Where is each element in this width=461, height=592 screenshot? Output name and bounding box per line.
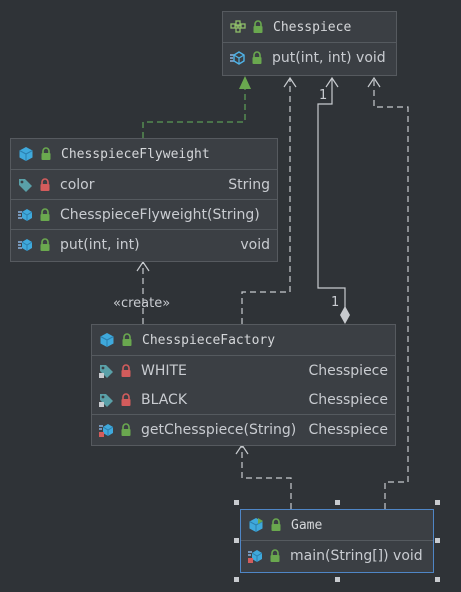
field-type: Chesspiece (308, 391, 388, 408)
method-name: getChesspiece(String) (141, 421, 297, 438)
runnable-class-icon (248, 517, 264, 533)
method-row[interactable]: put(int, int) void (223, 43, 396, 72)
method-row[interactable]: put(int, int) void (11, 230, 277, 259)
field-row[interactable]: BLACK Chesspiece (92, 385, 395, 414)
interface-icon (230, 19, 246, 35)
chesspiece-methods: put(int, int) void (223, 43, 396, 72)
create-dependency-arrow (136, 260, 150, 272)
chesspiece-interface-box[interactable]: Chesspiece put(int, int) void (222, 11, 397, 76)
public-lock-icon (119, 332, 135, 348)
game-factory-dependency-arrow (235, 443, 249, 455)
factory-class-box[interactable]: ChesspieceFactory WHITE Chesspiece BLACK… (91, 324, 396, 446)
game-factory-dependency-line (241, 445, 292, 509)
field-row[interactable]: WHITE Chesspiece (92, 356, 395, 385)
class-name: ChesspieceFlyweight (61, 146, 210, 162)
flyweight-constructors: ChesspieceFlyweight(String) (11, 200, 277, 230)
resize-handle-top-left[interactable] (234, 500, 239, 505)
flyweight-methods: put(int, int) void (11, 230, 277, 259)
resize-handle-bottom-right[interactable] (435, 577, 440, 582)
factory-methods: getChesspiece(String) Chesspiece (92, 415, 395, 444)
game-chesspiece-dependency-arrow (367, 76, 381, 88)
method-name: put(int, int) void (272, 49, 386, 66)
method-name: put(int, int) (60, 236, 140, 253)
public-lock-icon (38, 146, 54, 162)
field-icon (17, 177, 33, 193)
class-icon (18, 146, 34, 162)
public-lock-icon (249, 50, 265, 66)
private-lock-icon (118, 392, 134, 408)
class-name: Game (291, 517, 323, 533)
private-lock-icon (37, 177, 53, 193)
chesspiece-header[interactable]: Chesspiece (223, 12, 396, 43)
aggregation-line (317, 78, 346, 308)
uml-diagram-canvas[interactable]: «create» 1 1 Chesspiece put(int, int) vo… (0, 0, 461, 592)
game-methods: main(String[]) void (241, 541, 433, 570)
connector-layer (136, 76, 409, 509)
create-stereotype-label: «create» (113, 296, 171, 311)
class-name: Chesspiece (273, 19, 352, 35)
realization-line (142, 88, 246, 138)
resize-handle-top-right[interactable] (435, 500, 440, 505)
resize-handle-bottom-center[interactable] (335, 577, 340, 582)
public-lock-icon (250, 19, 266, 35)
field-type: Chesspiece (308, 362, 388, 379)
game-header[interactable]: Game (241, 510, 433, 541)
resize-handle-middle-right[interactable] (435, 538, 440, 543)
constructor-row[interactable]: ChesspieceFlyweight(String) (11, 200, 277, 229)
method-icon (229, 50, 245, 66)
factory-header[interactable]: ChesspieceFactory (92, 325, 395, 356)
flyweight-class-box[interactable]: ChesspieceFlyweight color String Chesspi… (10, 138, 278, 262)
method-row[interactable]: getChesspiece(String) Chesspiece (92, 415, 395, 444)
resize-handle-bottom-left[interactable] (234, 577, 239, 582)
aggregation-arrow (325, 76, 339, 88)
private-lock-icon (118, 363, 134, 379)
class-icon (99, 332, 115, 348)
public-lock-icon (118, 422, 134, 438)
public-lock-icon (268, 517, 284, 533)
flyweight-fields: color String (11, 170, 277, 200)
field-name: BLACK (141, 391, 188, 408)
multiplicity-bottom-label: 1 (331, 295, 340, 310)
static-method-icon (98, 422, 114, 438)
static-method-icon (247, 548, 263, 564)
public-lock-icon (267, 548, 283, 564)
flyweight-header[interactable]: ChesspieceFlyweight (11, 139, 277, 170)
multiplicity-top-label: 1 (319, 88, 328, 103)
static-field-icon (98, 363, 114, 379)
realization-arrow-head (239, 76, 251, 89)
public-lock-icon (37, 207, 53, 223)
resize-handle-top-center[interactable] (335, 500, 340, 505)
game-class-box[interactable]: Game main(String[]) void (240, 509, 434, 573)
method-icon (17, 237, 33, 253)
field-type: String (228, 176, 270, 193)
public-lock-icon (37, 237, 53, 253)
factory-chesspiece-dependency-arrow (283, 76, 297, 88)
constructor-name: ChesspieceFlyweight(String) (60, 206, 260, 223)
method-row[interactable]: main(String[]) void (241, 541, 433, 570)
field-name: WHITE (141, 362, 187, 379)
field-name: color (60, 176, 95, 193)
method-return-type: Chesspiece (308, 421, 388, 438)
resize-handle-middle-left[interactable] (234, 538, 239, 543)
constructor-icon (17, 207, 33, 223)
factory-fields: WHITE Chesspiece BLACK Chesspiece (92, 356, 395, 415)
method-return-type: void (240, 236, 270, 253)
aggregation-diamond (340, 306, 350, 324)
method-name: main(String[]) void (290, 547, 423, 564)
static-field-icon (98, 392, 114, 408)
class-name: ChesspieceFactory (142, 332, 276, 348)
field-row[interactable]: color String (11, 170, 277, 199)
